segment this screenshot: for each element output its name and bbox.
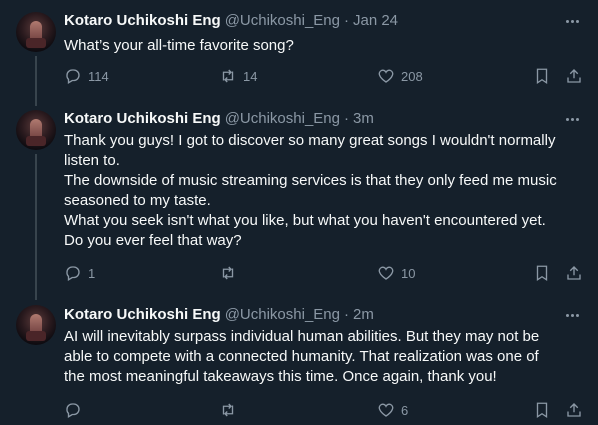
tweet-header: Kotaro Uchikoshi Eng @Uchikoshi_Eng · 2m	[64, 305, 374, 325]
bookmark-button[interactable]	[533, 263, 551, 283]
more-icon[interactable]	[562, 109, 582, 129]
bookmark-icon	[536, 265, 548, 282]
tweet-header: Kotaro Uchikoshi Eng @Uchikoshi_Eng · 3m	[64, 109, 374, 129]
retweet-button[interactable]	[219, 400, 243, 420]
bookmark-icon	[536, 402, 548, 419]
tweet-text: Thank you guys! I got to discover so man…	[64, 131, 584, 251]
reply-button[interactable]	[64, 400, 88, 420]
more-icon[interactable]	[562, 11, 582, 31]
tweet-header: Kotaro Uchikoshi Eng @Uchikoshi_Eng · Ja…	[64, 11, 398, 31]
tweet-text-line: able to compete with a connected humanit…	[64, 348, 539, 365]
tweet-actions: 114 14 208	[0, 66, 598, 86]
separator: ·	[343, 306, 349, 323]
heart-icon	[378, 403, 394, 417]
tweet-text-line: What you seek isn't what you like, but w…	[64, 212, 546, 229]
share-button[interactable]	[565, 66, 583, 86]
timestamp[interactable]: 2m	[353, 305, 374, 325]
reply-count: 114	[88, 68, 109, 84]
tweet-text: AI will inevitably surpass individual hu…	[64, 327, 584, 387]
author-name[interactable]: Kotaro Uchikoshi Eng	[64, 305, 221, 325]
author-name[interactable]: Kotaro Uchikoshi Eng	[64, 11, 221, 31]
avatar[interactable]	[16, 110, 56, 150]
author-handle[interactable]: @Uchikoshi_Eng	[225, 109, 340, 129]
retweet-icon	[222, 403, 234, 417]
reply-button[interactable]: 114	[64, 66, 109, 86]
author-handle[interactable]: @Uchikoshi_Eng	[225, 305, 340, 325]
tweet-actions: 6	[0, 400, 598, 420]
tweet-text-line: The downside of music streaming services…	[64, 172, 557, 189]
separator: ·	[343, 110, 349, 127]
bookmark-icon	[536, 68, 548, 85]
retweet-count: 14	[243, 68, 258, 84]
reply-button[interactable]: 1	[64, 263, 95, 283]
retweet-button[interactable]: 14	[219, 66, 257, 86]
avatar[interactable]	[16, 12, 56, 52]
reply-icon	[66, 266, 80, 281]
like-count: 10	[401, 265, 416, 281]
timestamp[interactable]: 3m	[353, 109, 374, 129]
share-button[interactable]	[565, 263, 583, 283]
author-handle[interactable]: @Uchikoshi_Eng	[225, 11, 340, 31]
share-icon	[567, 403, 581, 417]
retweet-icon	[222, 69, 234, 83]
tweet-text-line: Thank you guys! I got to discover so man…	[64, 132, 556, 149]
reply-icon	[66, 403, 80, 418]
retweet-button[interactable]	[219, 263, 243, 283]
tweet-text-line: What’s your all-time favorite song?	[64, 37, 294, 54]
tweet-text-line: seasoned to my taste.	[64, 192, 211, 209]
more-icon[interactable]	[562, 305, 582, 325]
reply-count: 1	[88, 265, 96, 281]
timestamp[interactable]: Jan 24	[353, 11, 398, 31]
avatar[interactable]	[16, 305, 56, 345]
reply-icon	[66, 69, 80, 84]
heart-icon	[378, 69, 394, 83]
like-button[interactable]: 208	[377, 66, 423, 86]
bookmark-button[interactable]	[533, 400, 551, 420]
like-button[interactable]: 6	[377, 400, 408, 420]
retweet-icon	[222, 266, 234, 280]
share-button[interactable]	[565, 400, 583, 420]
like-button[interactable]: 10	[377, 263, 415, 283]
tweet-text-line: Do you ever feel that way?	[64, 232, 242, 249]
tweet-text-line: AI will inevitably surpass individual hu…	[64, 328, 540, 345]
share-icon	[567, 69, 581, 83]
tweet-text-line: listen to.	[64, 152, 120, 169]
tweet-actions: 1 10	[0, 263, 598, 283]
tweet-text: What’s your all-time favorite song?	[64, 36, 584, 56]
bookmark-button[interactable]	[533, 66, 551, 86]
separator: ·	[343, 12, 349, 29]
author-name[interactable]: Kotaro Uchikoshi Eng	[64, 109, 221, 129]
like-count: 208	[401, 68, 423, 84]
heart-icon	[378, 266, 394, 280]
share-icon	[567, 266, 581, 280]
tweet-text-line: the most meaningful takeaways this time.…	[64, 368, 497, 385]
like-count: 6	[401, 402, 409, 418]
